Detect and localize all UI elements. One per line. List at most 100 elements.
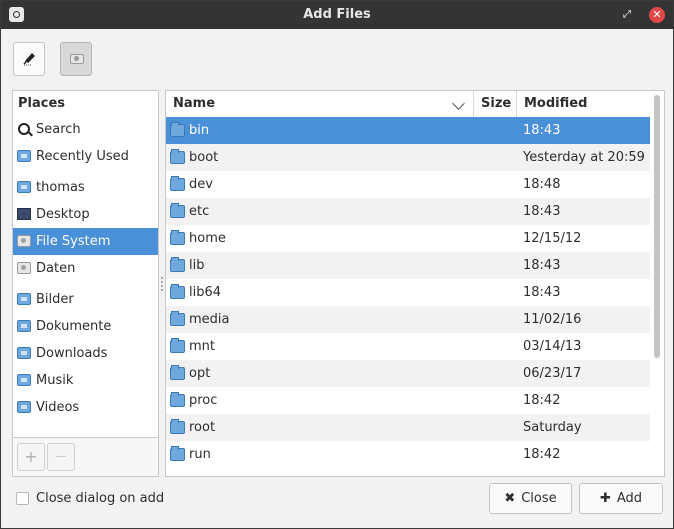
folder-videos-icon [17,401,31,413]
folder-documents-icon [17,320,31,332]
window-title: Add Files [303,7,371,22]
folder-pictures-icon [17,293,31,305]
column-header-modified[interactable]: Modified [517,91,652,117]
table-row[interactable]: media 11/02/16 [166,306,650,333]
sidebar-item-videos[interactable]: Videos [13,394,158,421]
pencil-icon [23,53,35,66]
sidebar-item-label: thomas [36,180,85,195]
add-files-dialog: Add Files ⤢ ✕ Places Search Recently Use… [0,0,674,529]
path-bar-filesystem-button[interactable] [60,42,92,76]
sidebar-item-label: Recently Used [36,149,129,164]
sidebar-item-dokumente[interactable]: Dokumente [13,313,158,340]
sidebar-item-label: Desktop [36,207,90,222]
sidebar-item-desktop[interactable]: Desktop [13,201,158,228]
file-name: boot [189,150,219,165]
add-button[interactable]: ✚ Add [579,483,663,514]
places-footer: + — [12,438,159,477]
folder-icon [170,419,185,434]
folder-icon [170,392,185,407]
sidebar-item-search[interactable]: Search [13,116,158,143]
add-bookmark-button[interactable]: + [17,443,45,471]
column-header-name[interactable]: Name [166,91,474,117]
sidebar-item-thomas[interactable]: thomas [13,174,158,201]
file-name: media [189,312,230,327]
drive-icon [70,54,84,64]
sidebar-item-bilder[interactable]: Bilder [13,286,158,313]
folder-icon [170,284,185,299]
title-bar[interactable]: Add Files ⤢ ✕ [1,1,673,29]
file-modified: 18:43 [523,258,561,273]
table-row[interactable]: run 18:42 [166,441,650,468]
desktop-icon [17,208,31,220]
file-modified: 18:43 [523,123,561,138]
scrollbar[interactable] [654,95,660,358]
toolbar [1,29,673,89]
table-row[interactable]: bin 18:43 [166,117,650,144]
table-row[interactable]: etc 18:43 [166,198,650,225]
sidebar-item-musik[interactable]: Musik [13,367,158,394]
folder-icon [170,311,185,326]
file-modified: 18:42 [523,447,561,462]
file-name: mnt [189,339,215,354]
file-name: bin [189,123,210,138]
sidebar-item-file-system[interactable]: File System [13,228,158,255]
file-name: etc [189,204,210,219]
file-modified: 11/02/16 [523,312,582,327]
table-row[interactable]: opt 06/23/17 [166,360,650,387]
sidebar-item-recently-used[interactable]: Recently Used [13,143,158,170]
column-header-name-label: Name [173,96,216,111]
window-close-icon[interactable]: ✕ [649,7,665,23]
file-name: dev [189,177,213,192]
search-icon [18,123,30,135]
file-name: lib [189,258,205,273]
type-location-button[interactable] [13,42,45,76]
file-modified: 03/14/13 [523,339,582,354]
sidebar-item-label: Downloads [36,346,108,361]
plus-icon: ✚ [599,491,611,506]
table-row[interactable]: proc 18:42 [166,387,650,414]
file-name: root [189,420,216,435]
close-on-add-checkbox[interactable] [16,492,29,505]
table-row[interactable]: boot Yesterday at 20:59 [166,144,650,171]
column-header-size[interactable]: Size [474,91,517,117]
sidebar-item-label: Videos [36,400,80,415]
close-button[interactable]: ✖ Close [489,483,572,514]
drive-icon [17,262,31,274]
sidebar-item-daten[interactable]: Daten [13,255,158,282]
sidebar-item-label: Daten [36,261,76,276]
file-modified: 12/15/12 [523,231,582,246]
table-row[interactable]: lib 18:43 [166,252,650,279]
file-modified: 06/23/17 [523,366,582,381]
file-modified: 18:43 [523,285,561,300]
folder-icon [170,338,185,353]
file-modified: Yesterday at 20:59 [523,150,645,165]
sidebar-item-downloads[interactable]: Downloads [13,340,158,367]
home-icon [17,181,31,193]
file-name: run [189,447,211,462]
restore-icon[interactable]: ⤢ [621,9,633,21]
table-row[interactable]: root Saturday [166,414,650,441]
file-name: lib64 [189,285,222,300]
close-on-add-label: Close dialog on add [36,491,165,506]
file-modified: Saturday [523,420,582,435]
table-row[interactable]: lib64 18:43 [166,279,650,306]
folder-icon [170,176,185,191]
remove-bookmark-button[interactable]: — [47,443,75,471]
table-row[interactable]: dev 18:48 [166,171,650,198]
folder-icon [170,257,185,272]
folder-icon [170,149,185,164]
sidebar-item-label: Musik [36,373,74,388]
file-modified: 18:42 [523,393,561,408]
folder-music-icon [17,374,31,386]
sidebar-item-label: Dokumente [36,319,112,334]
table-row[interactable]: home 12/15/12 [166,225,650,252]
folder-icon [170,203,185,218]
file-name: home [189,231,226,246]
recent-icon [17,150,31,162]
file-modified: 18:48 [523,177,561,192]
table-row[interactable]: mnt 03/14/13 [166,333,650,360]
sidebar-item-label: File System [36,234,111,249]
sidebar-item-label: Bilder [36,292,74,307]
file-list: Name Size Modified bin 18:43 boot Yesterday… [165,90,665,477]
folder-download-icon [17,347,31,359]
